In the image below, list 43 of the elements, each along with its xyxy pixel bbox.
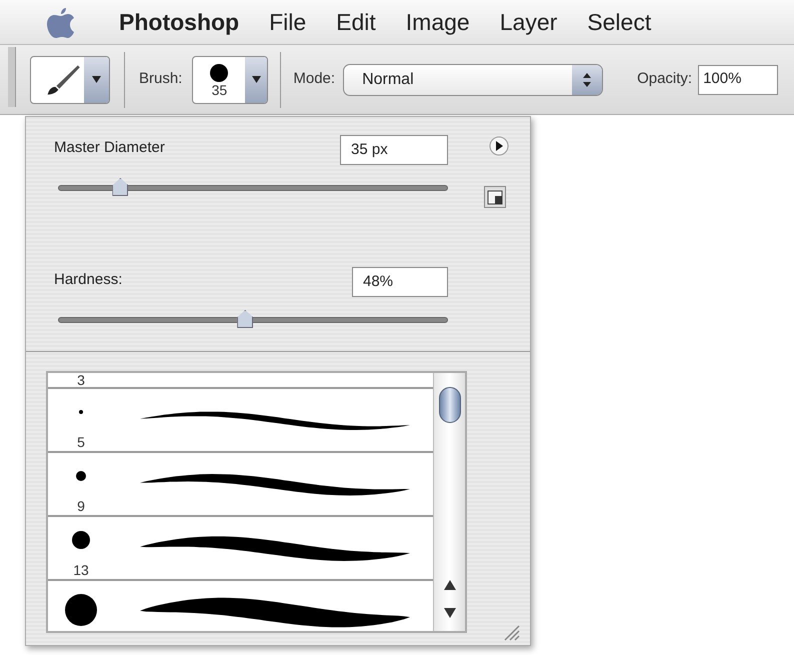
mode-select[interactable]: Normal	[343, 64, 604, 96]
apple-icon[interactable]	[47, 6, 75, 38]
menu-item[interactable]: Image	[406, 4, 470, 40]
tool-preset-button[interactable]	[30, 56, 110, 104]
brush-tip-icon	[75, 470, 87, 482]
brush-size-label: 5	[76, 435, 86, 449]
menu-item[interactable]: Select	[587, 4, 652, 40]
brush-size-label: 3	[76, 373, 86, 387]
menu-item[interactable]: Edit	[336, 4, 376, 40]
brush-size-label: 9	[76, 499, 86, 513]
dropdown-arrow-icon	[252, 76, 261, 83]
scroll-down-arrow-icon[interactable]	[443, 607, 457, 619]
slider-thumb[interactable]	[237, 310, 254, 328]
brush-label: Brush:	[139, 69, 182, 90]
menu-item[interactable]: Layer	[500, 4, 558, 40]
scroll-up-arrow-icon[interactable]	[443, 579, 457, 591]
opacity-field[interactable]: 100%	[698, 64, 778, 94]
brush-size-text: 35	[212, 82, 228, 96]
brush-preset-row[interactable]: 9	[48, 453, 433, 517]
brush-tip-icon	[71, 530, 91, 550]
menu-item[interactable]: File	[269, 4, 306, 40]
new-preset-icon[interactable]	[484, 186, 506, 208]
slider-thumb[interactable]	[112, 178, 128, 196]
slider-label: Master Diameter	[54, 138, 165, 158]
app-menu[interactable]: Photoshop	[119, 4, 240, 40]
value-field[interactable]: 48%	[352, 267, 448, 297]
stepper-arrows-icon	[583, 72, 592, 86]
dropdown-arrow-icon	[92, 76, 101, 83]
opacity-label: Opacity:	[637, 69, 692, 90]
brush-tip-icon	[78, 409, 84, 415]
toolbar-grip[interactable]	[8, 47, 16, 107]
mode-label: Mode:	[293, 69, 336, 90]
scrollbar-thumb[interactable]	[439, 387, 461, 423]
scrollbar[interactable]	[433, 373, 465, 631]
brush-preset-row[interactable]: 3	[48, 373, 433, 389]
brush-tip-icon	[209, 62, 230, 82]
brush-picker-button[interactable]: 35	[192, 56, 268, 104]
brush-preset-row[interactable]: 13	[48, 517, 433, 581]
brush-preset-row[interactable]: 5	[48, 389, 433, 453]
slider-label: Hardness:	[54, 270, 122, 290]
value-field[interactable]: 35 px	[340, 135, 448, 165]
brush-size-label: 13	[72, 563, 90, 577]
brush-tip-icon	[64, 593, 98, 627]
